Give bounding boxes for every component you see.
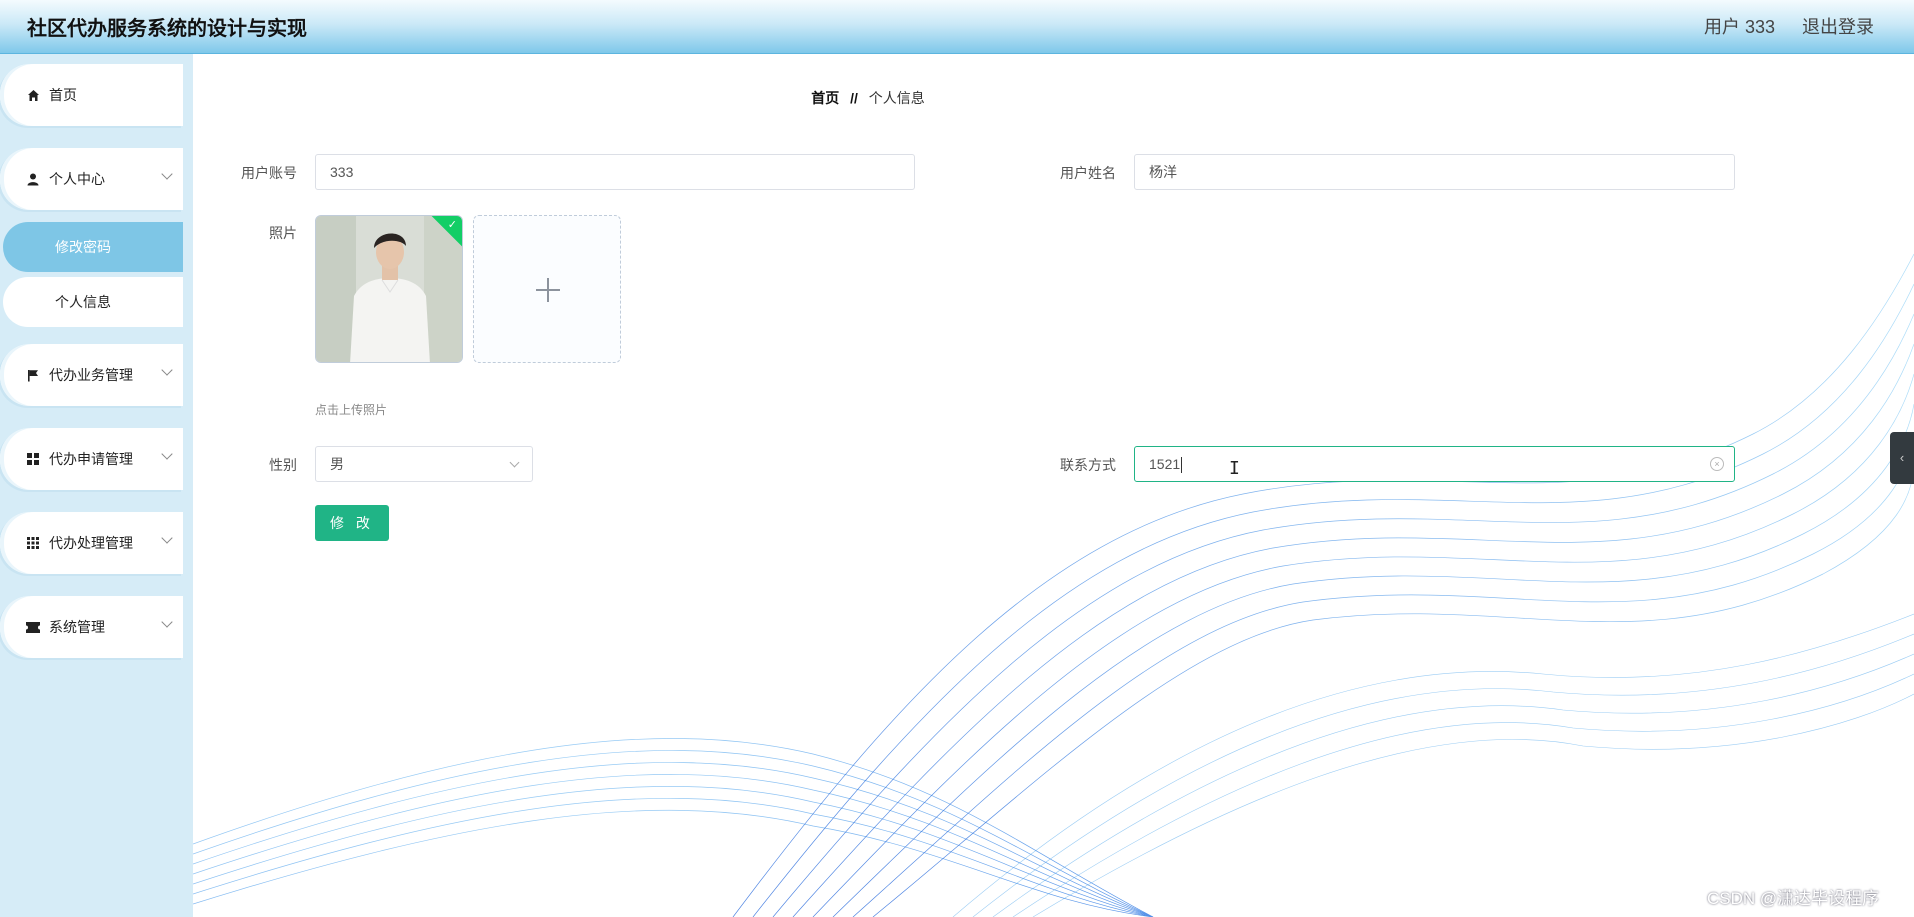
watermark: CSDN @潇达毕设程序: [1707, 889, 1880, 908]
top-bar: 社区代办服务系统的设计与实现 用户 333 退出登录: [0, 0, 1914, 54]
sidebar-subitem-personal-info[interactable]: 个人信息: [3, 277, 183, 327]
sidebar-item-agency-business[interactable]: 代办业务管理: [0, 344, 183, 406]
current-user-label: 用户 333: [1703, 17, 1775, 37]
text-caret: [1181, 457, 1183, 474]
photo-thumbnail[interactable]: ✓: [315, 215, 463, 363]
upload-tip: 点击上传照片: [315, 403, 388, 417]
gender-select-value: 男: [330, 456, 344, 472]
contact-field[interactable]: 1521 ×: [1134, 446, 1735, 482]
sidebar-item-label: 系统管理: [49, 619, 105, 635]
gender-label: 性别: [269, 457, 297, 473]
sidebar-item-label: 个人中心: [49, 171, 105, 187]
apps-icon: [26, 536, 40, 550]
chevron-down-icon: [161, 616, 173, 628]
breadcrumb-current: 个人信息: [868, 90, 925, 106]
sidebar-item-label: 代办业务管理: [49, 367, 133, 383]
grid-icon: [26, 452, 40, 466]
check-icon: ✓: [447, 219, 457, 231]
sidebar-item-home[interactable]: 首页: [0, 64, 183, 126]
sidebar-subitem-change-password[interactable]: 修改密码: [3, 222, 183, 272]
name-label: 用户姓名: [1060, 165, 1116, 181]
breadcrumb-home[interactable]: 首页: [811, 90, 839, 106]
sidebar-item-agency-application[interactable]: 代办申请管理: [0, 428, 183, 490]
sidebar-item-label: 首页: [49, 87, 77, 103]
person-photo-image: [316, 216, 462, 362]
sidebar-item-personal-center[interactable]: 个人中心: [0, 148, 183, 210]
chevron-down-icon: [161, 448, 173, 460]
photo-upload-button[interactable]: [473, 215, 621, 363]
contact-label: 联系方式: [1060, 457, 1116, 473]
chevron-down-icon: [161, 532, 173, 544]
chevron-down-icon: [161, 168, 173, 180]
photo-label: 照片: [269, 225, 297, 241]
breadcrumb: 首页 // 个人信息: [193, 88, 1543, 108]
ticket-icon: [26, 620, 40, 634]
submit-button[interactable]: 修 改: [315, 505, 389, 541]
gender-select[interactable]: 男: [315, 446, 533, 482]
ibeam-cursor-icon: I: [1229, 458, 1240, 479]
user-area: 用户 333 退出登录: [1682, 13, 1874, 39]
sidebar-subitem-label: 个人信息: [55, 294, 111, 310]
name-field[interactable]: 杨洋: [1134, 154, 1735, 190]
sidebar-item-label: 代办申请管理: [49, 451, 133, 467]
chevron-down-icon: [161, 364, 173, 376]
panel-toggle-button[interactable]: ‹: [1890, 432, 1914, 484]
sidebar-item-agency-processing[interactable]: 代办处理管理: [0, 512, 183, 574]
sidebar: 首页 个人中心 修改密码 个人信息 代办业务管理 代办申请管理 代办处理管理 系…: [0, 54, 193, 917]
flag-icon: [26, 368, 40, 382]
sidebar-subitem-label: 修改密码: [55, 239, 111, 255]
logout-link[interactable]: 退出登录: [1802, 17, 1874, 37]
app-title: 社区代办服务系统的设计与实现: [27, 18, 307, 40]
home-icon: [26, 88, 40, 102]
account-label: 用户账号: [241, 165, 297, 181]
contact-field-value: 1521: [1149, 456, 1181, 472]
breadcrumb-separator: //: [850, 90, 858, 106]
account-field[interactable]: 333: [315, 154, 915, 190]
main-content: 首页 // 个人信息 用户账号 333 用户姓名 杨洋 照片 ✓ 点击上传照片 …: [193, 54, 1914, 917]
sidebar-item-label: 代办处理管理: [49, 535, 133, 551]
chevron-down-icon: [509, 457, 520, 468]
chevron-left-icon: ‹: [1899, 450, 1905, 465]
sidebar-item-system-management[interactable]: 系统管理: [0, 596, 183, 658]
clear-icon[interactable]: ×: [1710, 457, 1724, 471]
user-icon: [26, 172, 40, 186]
